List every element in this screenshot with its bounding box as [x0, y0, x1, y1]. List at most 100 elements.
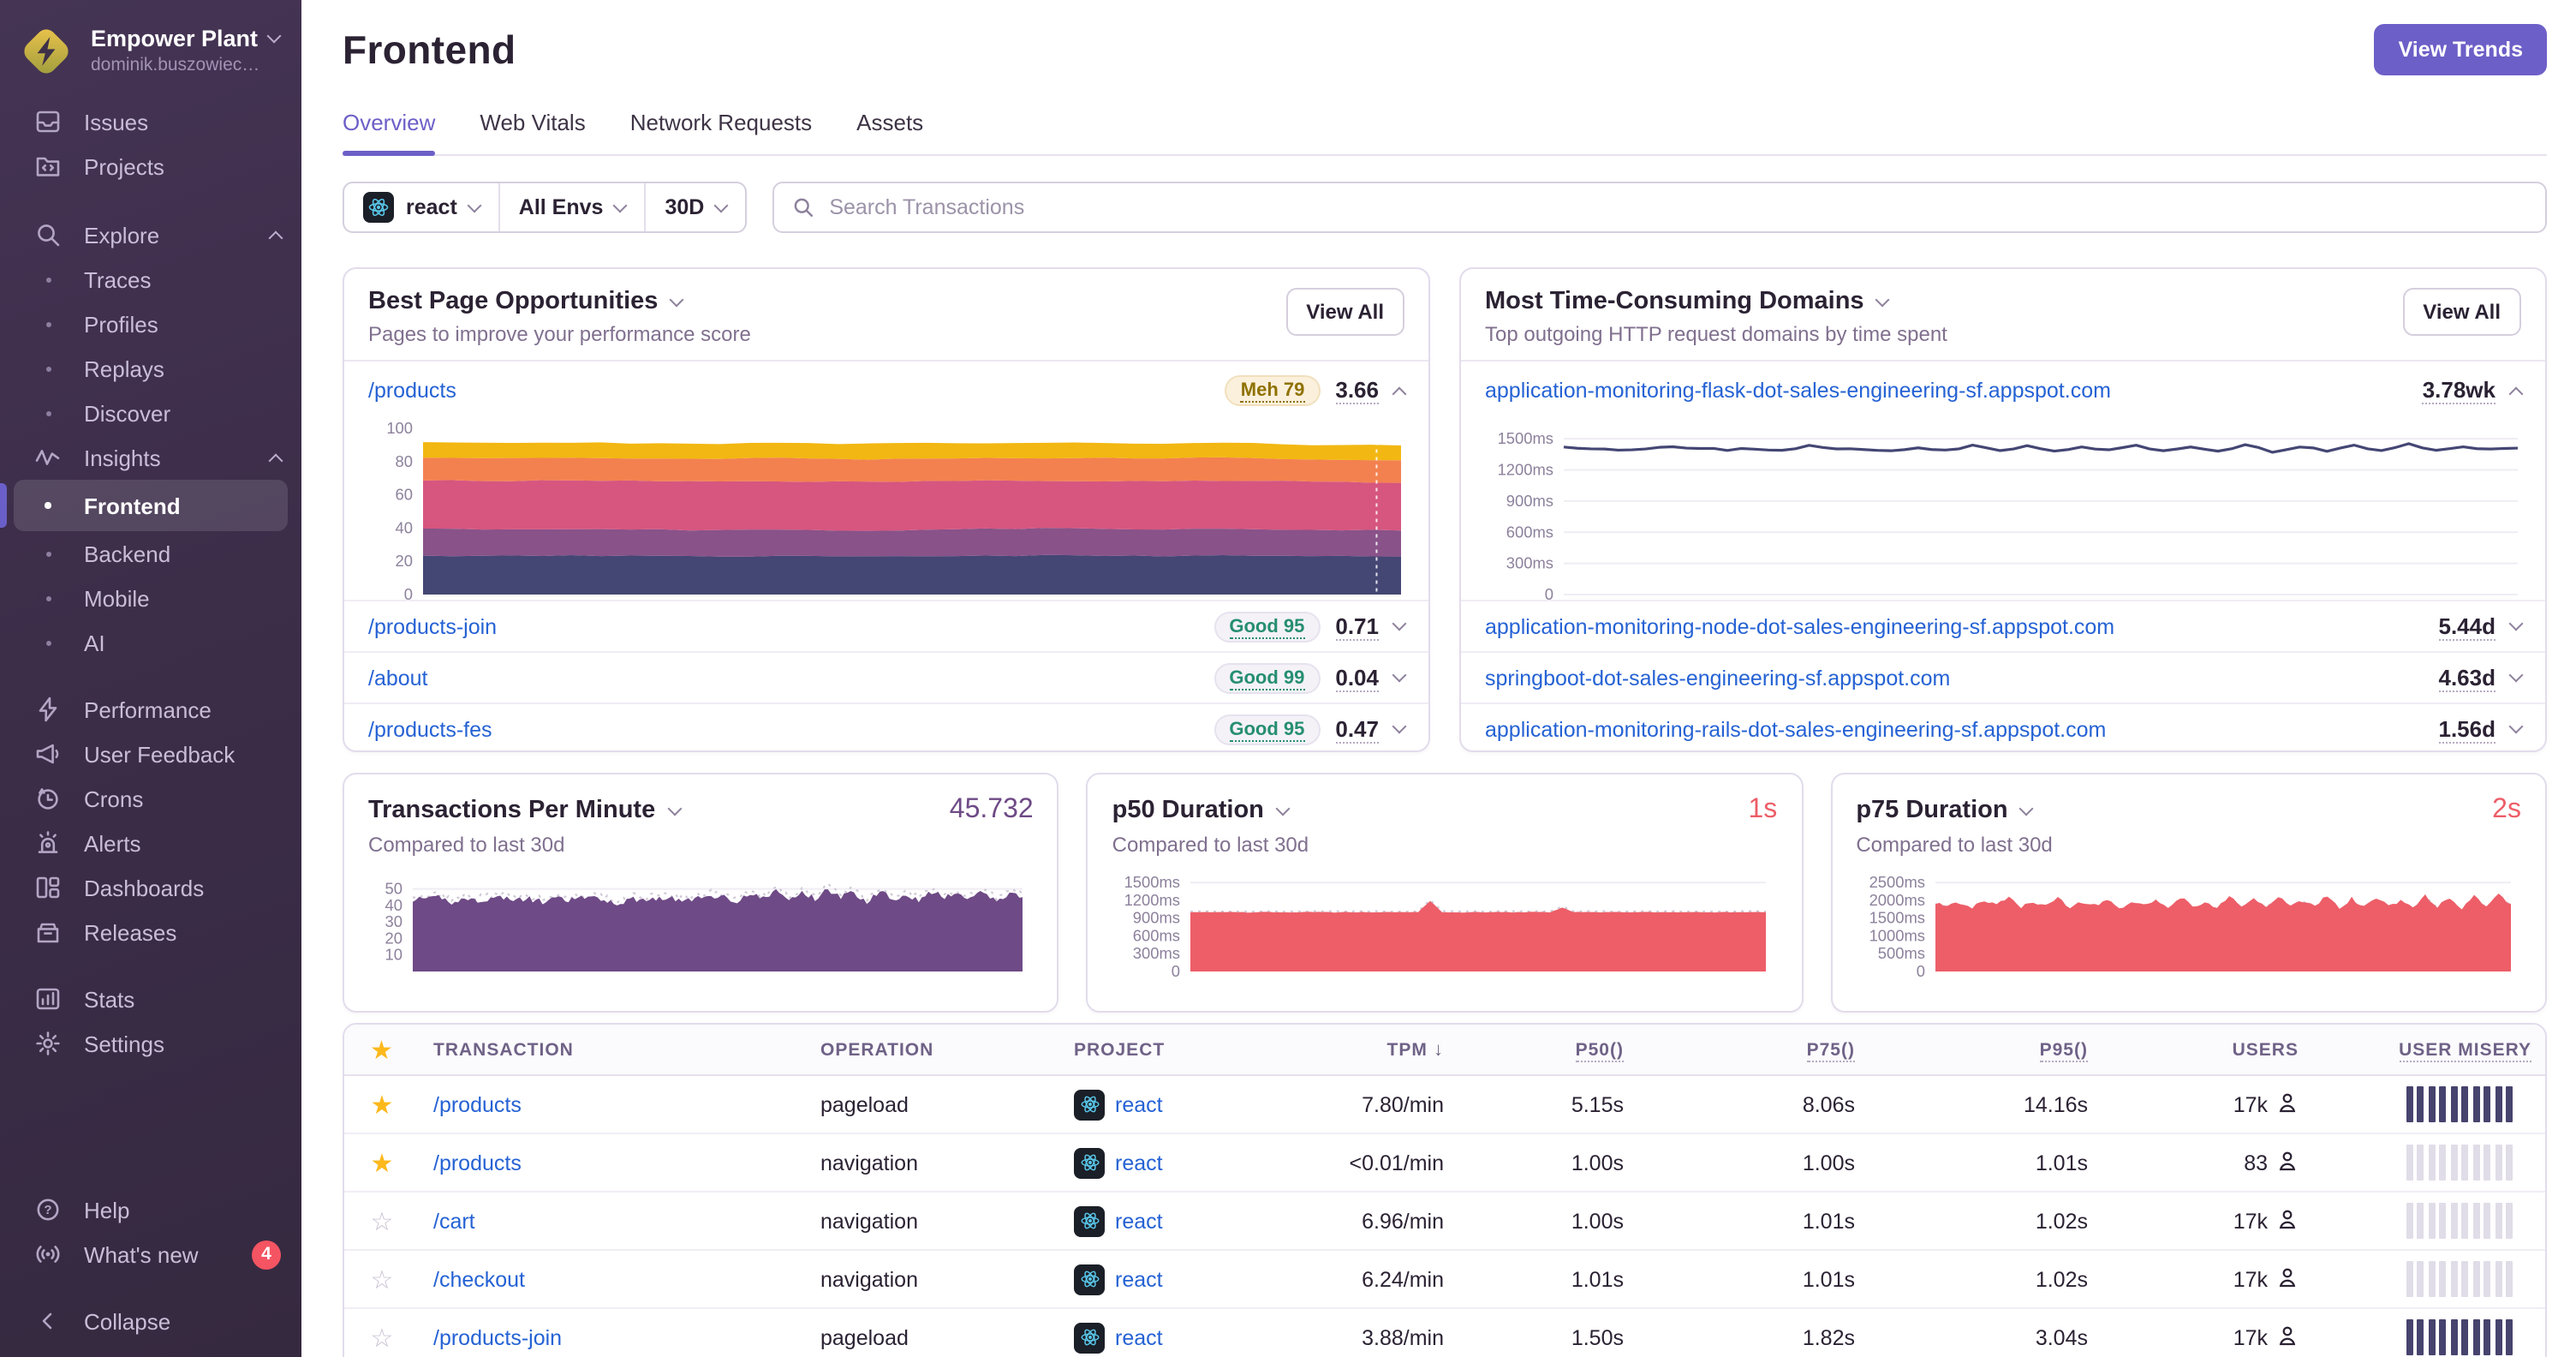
domain-row-expanded[interactable]: application-monitoring-flask-dot-sales-e…: [1461, 362, 2545, 420]
panel-title-row[interactable]: Most Time-Consuming Domains: [1485, 288, 1947, 315]
project-link[interactable]: react: [1115, 1325, 1163, 1349]
chevron-up-icon[interactable]: [2508, 386, 2524, 401]
org-switcher[interactable]: Empower Plant dominik.buszowiec…: [0, 0, 301, 96]
tab-web-vitals[interactable]: Web Vitals: [480, 110, 585, 154]
svg-text:20: 20: [396, 552, 413, 570]
domain-link[interactable]: application-monitoring-node-dot-sales-en…: [1485, 614, 2424, 638]
domain-link[interactable]: application-monitoring-rails-dot-sales-e…: [1485, 717, 2424, 741]
sidebar-item-projects[interactable]: Projects: [0, 144, 301, 188]
frontend-insights-page: Empower Plant dominik.buszowiec… Issues P…: [0, 0, 2576, 1357]
tab-network-requests[interactable]: Network Requests: [630, 110, 812, 154]
sidebar-item-discover[interactable]: Discover: [0, 391, 301, 435]
transaction-link[interactable]: /products: [433, 1092, 522, 1116]
transaction-link[interactable]: /about: [368, 666, 1198, 690]
column-header-misery[interactable]: USER MISERY: [2312, 1039, 2545, 1061]
sidebar-item-insights[interactable]: Insights: [0, 435, 301, 480]
transaction-link[interactable]: /products-join: [433, 1325, 562, 1349]
sidebar-item-profiles[interactable]: Profiles: [0, 302, 301, 346]
sidebar-item-dashboards[interactable]: Dashboards: [0, 865, 301, 910]
star-icon[interactable]: ★: [371, 1149, 394, 1178]
star-icon[interactable]: ☆: [371, 1265, 394, 1294]
column-header-p50[interactable]: P50(): [1458, 1039, 1637, 1061]
chevron-up-icon[interactable]: [1392, 386, 1407, 401]
column-header-project[interactable]: PROJECT: [1060, 1039, 1303, 1060]
column-header-star[interactable]: ★: [344, 1034, 420, 1065]
sidebar-item-user-feedback[interactable]: User Feedback: [0, 732, 301, 776]
user-misery-bars: [2326, 1319, 2531, 1355]
sidebar-item-stats[interactable]: Stats: [0, 977, 301, 1021]
tab-assets[interactable]: Assets: [856, 110, 923, 154]
transaction-link[interactable]: /products: [433, 1151, 522, 1175]
transaction-link[interactable]: /products: [368, 379, 1210, 403]
panel-title-row[interactable]: Best Page Opportunities: [368, 288, 751, 315]
view-all-button[interactable]: View All: [2402, 288, 2521, 336]
transaction-link[interactable]: /checkout: [433, 1267, 525, 1291]
project-link[interactable]: react: [1115, 1267, 1163, 1291]
domain-link[interactable]: application-monitoring-flask-dot-sales-e…: [1485, 379, 2407, 403]
table-row[interactable]: ★ /products pageload react 7.80/min 5.15s 8.06…: [344, 1076, 2545, 1134]
star-icon[interactable]: ☆: [371, 1207, 394, 1236]
sidebar-item-what-s-new[interactable]: What's new 4: [0, 1232, 301, 1276]
page-row[interactable]: /about Good 99 0.04: [344, 651, 1428, 702]
chevron-down-icon[interactable]: [1392, 667, 1407, 683]
page-row[interactable]: /products-join Good 95 0.71: [344, 600, 1428, 651]
domain-row[interactable]: springboot-dot-sales-engineering-sf.apps…: [1461, 651, 2545, 702]
column-header-p75[interactable]: P75(): [1637, 1039, 1869, 1061]
star-icon[interactable]: ☆: [371, 1324, 394, 1353]
table-row[interactable]: ☆ /products-join pageload react 3.88/min 1.50…: [344, 1309, 2545, 1357]
sidebar-item-issues[interactable]: Issues: [0, 99, 301, 144]
sidebar-item-replays[interactable]: Replays: [0, 346, 301, 391]
sidebar-item-releases[interactable]: Releases: [0, 910, 301, 954]
domain-link[interactable]: springboot-dot-sales-engineering-sf.apps…: [1485, 666, 2424, 690]
transaction-link[interactable]: /products-join: [368, 614, 1198, 638]
project-link[interactable]: react: [1115, 1209, 1163, 1233]
page-row[interactable]: /products-fes Good 95 0.47: [344, 702, 1428, 750]
sidebar-item-help[interactable]: ? Help: [0, 1187, 301, 1232]
metric-title-row[interactable]: p75 Duration: [1856, 797, 2035, 824]
sidebar-item-explore[interactable]: Explore: [0, 212, 301, 257]
chevron-down-icon[interactable]: [1392, 616, 1407, 631]
column-header-operation[interactable]: OPERATION: [807, 1039, 1060, 1060]
metric-title-row[interactable]: p50 Duration: [1112, 797, 1291, 824]
transaction-link[interactable]: /products-fes: [368, 717, 1198, 741]
sidebar-item-settings[interactable]: Settings: [0, 1021, 301, 1066]
table-row[interactable]: ☆ /cart navigation react 6.96/min 1.00s 1.01s 1…: [344, 1193, 2545, 1251]
environment-filter[interactable]: All Envs: [498, 183, 645, 231]
metric-title-row[interactable]: Transactions Per Minute: [368, 797, 682, 824]
tab-overview[interactable]: Overview: [343, 110, 436, 156]
sidebar-item-frontend[interactable]: Frontend: [0, 480, 301, 531]
date-range-filter[interactable]: 30D: [644, 183, 745, 231]
star-icon[interactable]: ★: [370, 1036, 394, 1065]
sidebar-item-collapse[interactable]: Collapse: [0, 1299, 301, 1343]
domain-row[interactable]: application-monitoring-node-dot-sales-en…: [1461, 600, 2545, 651]
svg-text:300ms: 300ms: [1133, 944, 1180, 962]
chevron-down-icon[interactable]: [2508, 616, 2524, 631]
chevron-down-icon[interactable]: [2508, 719, 2524, 734]
project-filter[interactable]: react: [344, 183, 498, 231]
sidebar-item-ai[interactable]: AI: [0, 620, 301, 665]
page-row-expanded[interactable]: /products Meh 79 3.66: [344, 362, 1428, 420]
project-link[interactable]: react: [1115, 1092, 1163, 1116]
sidebar-item-crons[interactable]: Crons: [0, 776, 301, 821]
table-row[interactable]: ★ /products navigation react <0.01/min 1.00s 1…: [344, 1134, 2545, 1193]
transaction-link[interactable]: /cart: [433, 1209, 475, 1233]
project-link[interactable]: react: [1115, 1151, 1163, 1175]
search-input[interactable]: [829, 195, 2528, 219]
table-row[interactable]: ☆ /checkout navigation react 6.24/min 1.01s 1.…: [344, 1251, 2545, 1309]
column-header-tpm[interactable]: TPM ↓: [1303, 1039, 1458, 1060]
chevron-down-icon[interactable]: [2508, 667, 2524, 683]
domain-row[interactable]: application-monitoring-rails-dot-sales-e…: [1461, 702, 2545, 750]
column-header-users[interactable]: USERS: [2102, 1039, 2312, 1060]
view-all-button[interactable]: View All: [1285, 288, 1404, 336]
sidebar-item-alerts[interactable]: Alerts: [0, 821, 301, 865]
sidebar-item-label: User Feedback: [84, 741, 236, 767]
star-icon[interactable]: ★: [371, 1091, 394, 1120]
sidebar-item-backend[interactable]: Backend: [0, 531, 301, 576]
sidebar-item-mobile[interactable]: Mobile: [0, 576, 301, 620]
sidebar-item-performance[interactable]: Performance: [0, 687, 301, 732]
column-header-p95[interactable]: P95(): [1869, 1039, 2102, 1061]
sidebar-item-traces[interactable]: Traces: [0, 257, 301, 302]
view-trends-button[interactable]: View Trends: [2374, 24, 2547, 75]
chevron-down-icon[interactable]: [1392, 719, 1407, 734]
column-header-transaction[interactable]: TRANSACTION: [420, 1039, 807, 1060]
